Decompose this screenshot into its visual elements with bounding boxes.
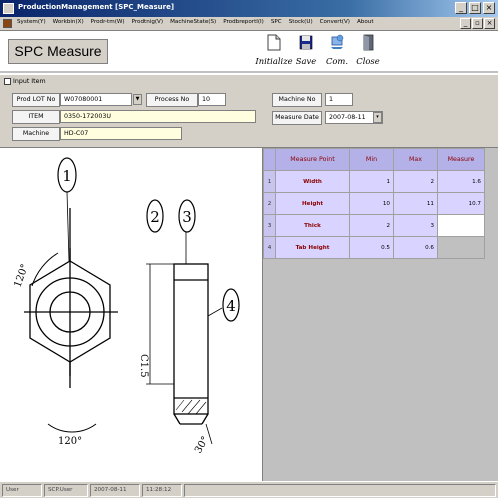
status-user-name: SCP.User: [44, 484, 88, 497]
row-number: 3: [263, 214, 276, 237]
menu-about[interactable]: About: [357, 19, 374, 25]
max-cell: 3: [393, 214, 438, 237]
callout-2: 2: [150, 208, 160, 226]
machine-label: Machine: [12, 127, 60, 141]
callout-4: 4: [226, 297, 236, 315]
document-menu-icon[interactable]: [3, 19, 12, 28]
mdi-close-button[interactable]: ×: [484, 18, 495, 29]
part-drawing: 1 2 3 4 120° 120° C1.5 30°: [12, 157, 240, 456]
max-cell: 2: [393, 170, 438, 193]
menu-stock[interactable]: Stock(U): [289, 19, 313, 25]
max-cell: 0.6: [393, 236, 438, 259]
statusbar: User SCP.User 2007-08-11 11:28:12: [0, 481, 498, 498]
measure-point-cell: Tab Height: [275, 236, 350, 259]
callout-1: 1: [62, 167, 72, 185]
close-label: Close: [356, 56, 380, 66]
date-picker-icon[interactable]: ▾: [373, 112, 382, 123]
min-cell: 1: [349, 170, 394, 193]
app-icon: [3, 3, 14, 14]
communication-icon: [331, 34, 344, 49]
measure-grid: Measure Point Min Max Measure 1 Width 1 …: [262, 148, 498, 482]
input-item-checkbox[interactable]: [4, 78, 11, 85]
screen-header: SPC Measure Initialize Save Com. Close: [0, 31, 498, 73]
status-user-label: User: [2, 484, 42, 497]
minimize-button[interactable]: _: [455, 2, 467, 14]
window-controls: _ □ ×: [455, 2, 495, 14]
menu-prodtnig[interactable]: Prodtnig(V): [132, 19, 163, 25]
table-row[interactable]: 4 Tab Height 0.5 0.6: [263, 236, 485, 259]
max-cell: 11: [393, 192, 438, 215]
menu-items: System(Y) Workbin(X) Prodr-tm(W) Prodtni…: [17, 19, 374, 25]
menu-convert[interactable]: Convert(V): [320, 19, 350, 25]
row-number: 2: [263, 192, 276, 215]
status-date: 2007-08-11: [90, 484, 140, 497]
col-measure[interactable]: Measure: [437, 148, 485, 171]
measure-cell-active[interactable]: [437, 214, 485, 237]
measure-point-cell: Height: [275, 192, 350, 215]
angle-bottom-label: 120°: [58, 436, 82, 447]
measure-date-label: Measure Date: [272, 111, 322, 125]
mdi-controls: _ ▫ ×: [460, 18, 495, 29]
process-no-label: Process No: [146, 93, 198, 107]
table-row[interactable]: 2 Height 10 11 10.7: [263, 192, 485, 215]
process-no-field[interactable]: 10: [198, 93, 226, 106]
menubar: System(Y) Workbin(X) Prodr-tm(W) Prodtni…: [0, 17, 498, 31]
menu-spc[interactable]: SPC: [271, 19, 282, 25]
measure-table: Measure Point Min Max Measure 1 Width 1 …: [263, 148, 485, 259]
machine-no-label: Machine No: [272, 93, 322, 107]
maximize-button[interactable]: □: [469, 2, 481, 14]
table-row[interactable]: 3 Thick 2 3: [263, 214, 485, 237]
prod-lot-label: Prod LOT No: [12, 93, 60, 107]
prod-lot-field[interactable]: W07080001: [60, 93, 132, 106]
input-item-label: Input Item: [13, 78, 46, 85]
item-label: ITEM: [12, 110, 60, 124]
min-cell: 10: [349, 192, 394, 215]
status-time: 11:28:12: [142, 484, 182, 497]
item-field[interactable]: 0350-172003U: [60, 110, 256, 123]
angle-top-label: 120°: [12, 263, 31, 289]
angle-right-label: 30°: [193, 435, 211, 456]
prod-lot-dropdown-icon[interactable]: ▼: [133, 94, 142, 105]
document-icon: [267, 34, 281, 51]
menu-system[interactable]: System(Y): [17, 19, 46, 25]
row-number: 4: [263, 236, 276, 259]
window-titlebar: ProductionManagement [SPC_Measure] _ □ ×: [0, 0, 498, 17]
measure-cell[interactable]: 1.6: [437, 170, 485, 193]
measure-cell[interactable]: [437, 236, 485, 259]
status-message: [184, 484, 496, 497]
exit-door-icon: [363, 34, 374, 51]
chamfer-label: C1.5: [138, 354, 149, 378]
callout-3: 3: [182, 208, 192, 226]
col-measure-point[interactable]: Measure Point: [275, 148, 350, 171]
floppy-disk-icon: [299, 35, 313, 50]
input-item-panel: Input Item Prod LOT No W07080001 ▼ Proce…: [0, 75, 498, 147]
measure-cell[interactable]: 10.7: [437, 192, 485, 215]
col-max[interactable]: Max: [393, 148, 438, 171]
menu-machine-state[interactable]: MachineState(S): [170, 19, 216, 25]
menu-prod-report[interactable]: Prodbreportl(I): [223, 19, 264, 25]
measure-point-cell: Thick: [275, 214, 350, 237]
col-min[interactable]: Min: [349, 148, 394, 171]
grid-corner: [263, 148, 276, 171]
measure-point-cell: Width: [275, 170, 350, 193]
page-title: SPC Measure: [8, 39, 108, 64]
close-window-button[interactable]: ×: [483, 2, 495, 14]
min-cell: 0.5: [349, 236, 394, 259]
machine-no-field[interactable]: 1: [325, 93, 353, 106]
machine-field[interactable]: HD-C07: [60, 127, 182, 140]
mdi-minimize-button[interactable]: _: [460, 18, 471, 29]
close-button[interactable]: Close: [349, 34, 387, 66]
window-title: ProductionManagement [SPC_Measure]: [18, 3, 175, 11]
menu-workbin[interactable]: Workbin(X): [53, 19, 84, 25]
grid-header-row: Measure Point Min Max Measure: [263, 148, 485, 171]
side-view-body: [173, 263, 209, 415]
work-area: 1 2 3 4 120° 120° C1.5 30° Measure Point…: [0, 147, 498, 482]
table-row[interactable]: 1 Width 1 2 1.6: [263, 170, 485, 193]
menu-prodr-tm[interactable]: Prodr-tm(W): [91, 19, 125, 25]
mdi-restore-button[interactable]: ▫: [472, 18, 483, 29]
row-number: 1: [263, 170, 276, 193]
min-cell: 2: [349, 214, 394, 237]
